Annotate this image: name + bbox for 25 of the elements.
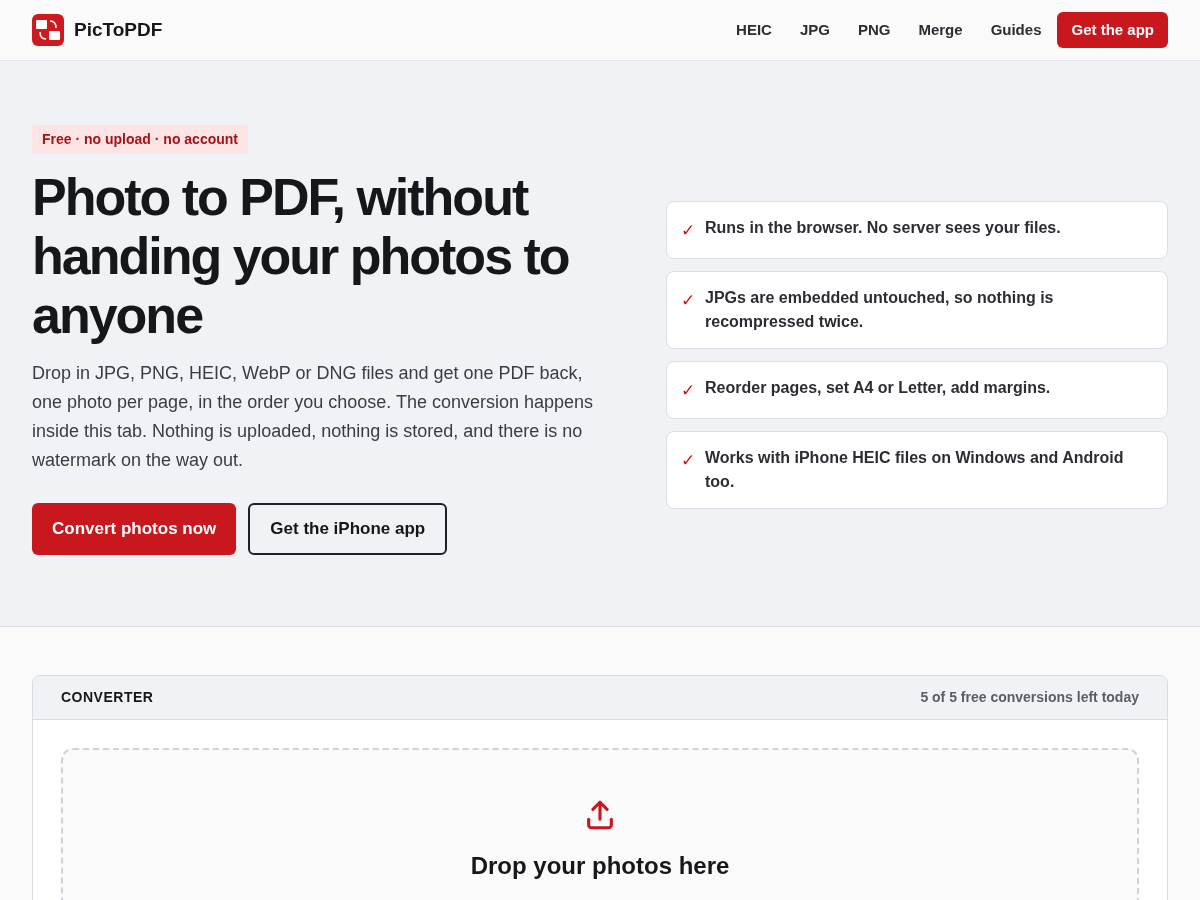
logo-icon [32,14,64,46]
get-app-button[interactable]: Get the app [1057,12,1168,48]
nav-link[interactable]: Merge [918,18,963,42]
nav-link[interactable]: Guides [990,18,1042,42]
hero-intro: Drop in JPG, PNG, HEIC, WebP or DNG files and get one PDF back, one photo per page, in the order you choose. The conversion happens inside this tab. Nothing is uploaded, nothing is stored, and there is no watermark on the way out. [32,362,595,472]
nav-link[interactable]: PNG [857,18,891,42]
convert-button[interactable]: Convert photos now [32,503,237,555]
drop-zone[interactable]: Drop your photos here [61,748,1139,900]
check-icon: ✓ [681,218,695,244]
check-icon: ✓ [681,378,695,404]
drop-heading: Drop your photos here [470,851,730,881]
check-icon: ✓ [681,288,695,334]
brand-name: PicToPDF [74,17,163,42]
feature-text: Reorder pages, set A4 or Letter, add margins. [705,378,1051,398]
check-icon: ✓ [681,448,695,494]
nav-link[interactable]: JPG [799,18,830,42]
converter-title: CONVERTER [61,688,154,707]
nav-link[interactable]: HEIC [736,18,772,42]
info-badge: Free · no upload · no account [32,125,248,154]
feature-text: Works with iPhone HEIC files on Windows and Android too. [705,448,1125,492]
quota-text: 5 of 5 free conversions left today [920,688,1139,707]
feature-text: Runs in the browser. No server sees your files. [705,218,1061,238]
feature-text: JPGs are embedded untouched, so nothing is recompressed twice. [705,288,1055,332]
hero-title: Photo to PDF, without handing your photos to anyone [32,168,570,345]
app-button[interactable]: Get the iPhone app [248,503,448,555]
